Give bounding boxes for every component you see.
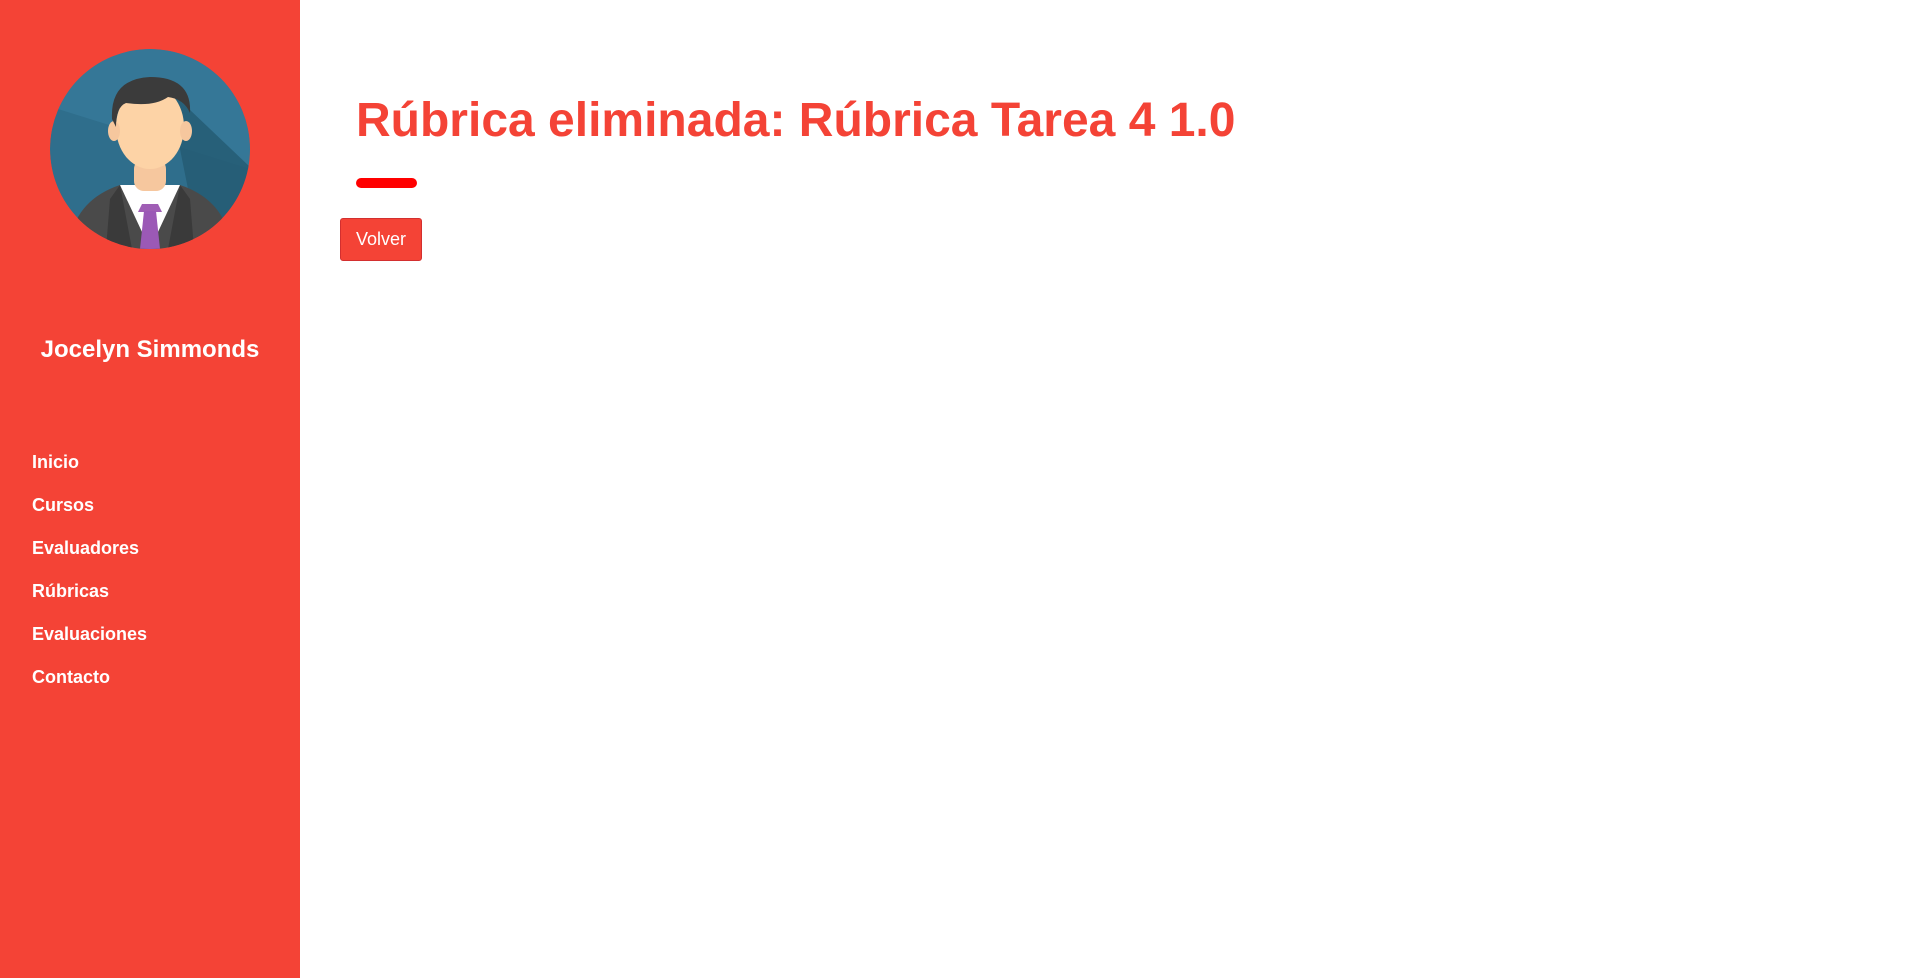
nav-link-rubricas[interactable]: Rúbricas: [32, 581, 109, 601]
sidebar-item-cursos: Cursos: [32, 493, 147, 536]
title-underline: [356, 178, 417, 188]
sidebar-nav: Inicio Cursos Evaluadores Rúbricas Evalu…: [32, 450, 147, 708]
main-content: Rúbrica eliminada: Rúbrica Tarea 4 1.0 V…: [300, 0, 1920, 978]
sidebar-item-evaluadores: Evaluadores: [32, 536, 147, 579]
nav-link-cursos[interactable]: Cursos: [32, 495, 94, 515]
sidebar-item-evaluaciones: Evaluaciones: [32, 622, 147, 665]
nav-link-inicio[interactable]: Inicio: [32, 452, 79, 472]
businessman-avatar-icon: [50, 49, 250, 249]
user-avatar[interactable]: [50, 49, 250, 249]
sidebar: Jocelyn Simmonds Inicio Cursos Evaluador…: [0, 0, 300, 978]
back-button[interactable]: Volver: [340, 218, 422, 261]
sidebar-item-inicio: Inicio: [32, 450, 147, 493]
nav-link-evaluadores[interactable]: Evaluadores: [32, 538, 139, 558]
nav-link-evaluaciones[interactable]: Evaluaciones: [32, 624, 147, 644]
app: Jocelyn Simmonds Inicio Cursos Evaluador…: [0, 0, 1920, 978]
user-name[interactable]: Jocelyn Simmonds: [0, 336, 300, 364]
page-title: Rúbrica eliminada: Rúbrica Tarea 4 1.0: [356, 94, 1236, 147]
sidebar-item-rubricas: Rúbricas: [32, 579, 147, 622]
nav-link-contacto[interactable]: Contacto: [32, 667, 110, 687]
sidebar-item-contacto: Contacto: [32, 665, 147, 708]
